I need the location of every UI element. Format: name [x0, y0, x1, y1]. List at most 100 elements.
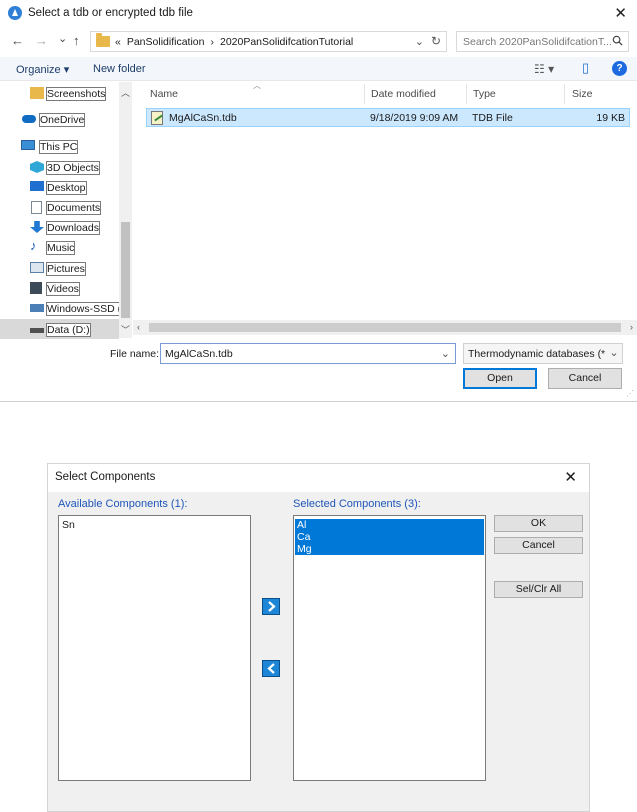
help-icon[interactable]: ?	[612, 61, 627, 76]
search-placeholder: Search 2020PanSolidifcationT...	[463, 36, 612, 48]
list-item[interactable]: Sn	[60, 519, 75, 531]
select-components-dialog: Select Components ✕ Available Components…	[47, 463, 590, 812]
scroll-left-icon[interactable]: ‹	[137, 322, 140, 332]
sidebar-item-documents[interactable]: Documents	[0, 197, 119, 217]
list-item[interactable]: Al	[295, 519, 484, 531]
file-list: ︿ Name Date modified Type Size MgAlCaSn.…	[140, 81, 637, 320]
scroll-thumb[interactable]	[121, 222, 130, 318]
cancel-button[interactable]: Cancel	[548, 368, 622, 389]
sidebar-item-videos[interactable]: Videos	[0, 278, 119, 298]
list-item[interactable]: Mg	[295, 543, 484, 555]
sidebar-item-windows-ssd[interactable]: Windows-SSD (C	[0, 298, 130, 318]
select-clear-all-button[interactable]: Sel/Clr All	[494, 581, 583, 598]
selected-components-list[interactable]: Al Ca Mg	[293, 515, 486, 781]
organize-button[interactable]: Organize ▾	[16, 63, 69, 76]
scroll-down-icon[interactable]: ﹀	[121, 323, 130, 336]
recent-locations-icon[interactable]: ⌄	[58, 32, 67, 45]
available-components-list[interactable]: Sn	[58, 515, 251, 781]
sidebar-item-label: OneDrive	[39, 113, 86, 127]
forward-arrow-icon[interactable]: →	[35, 33, 48, 48]
file-row[interactable]: MgAlCaSn.tdb 9/18/2019 9:09 AM TDB File …	[146, 108, 630, 127]
cancel-button[interactable]: Cancel	[494, 537, 583, 554]
refresh-icon[interactable]: ↻	[431, 34, 441, 48]
view-options-icon[interactable]: ☷ ▾	[534, 62, 554, 76]
sidebar-item-data-d[interactable]: Data (D:)	[0, 319, 119, 339]
file-name-label: File name:	[110, 348, 160, 360]
chevron-down-icon[interactable]: ⌄	[415, 35, 424, 48]
sidebar-item-label: Screenshots	[46, 87, 107, 101]
sidebar-item-screenshots[interactable]: Screenshots	[0, 83, 119, 103]
chevron-down-icon[interactable]: ⌄	[441, 347, 450, 360]
video-icon	[30, 282, 42, 294]
dialog-title: Select a tdb or encrypted tdb file	[28, 7, 193, 19]
column-header-type[interactable]: Type	[473, 88, 496, 100]
up-arrow-icon[interactable]: ↑	[73, 33, 80, 48]
sidebar-item-label: Desktop	[46, 181, 87, 195]
file-list-hscrollbar[interactable]: ‹ ›	[133, 320, 637, 335]
column-divider[interactable]	[466, 84, 467, 104]
breadcrumb: « PanSolidification › 2020PanSolidifcationT…	[115, 36, 359, 48]
drive-c-icon	[30, 304, 44, 312]
sidebar-item-label: Pictures	[46, 262, 86, 276]
sidebar-item-label: Windows-SSD (C	[46, 302, 130, 316]
open-button[interactable]: Open	[463, 368, 537, 389]
file-type-value: Thermodynamic databases (*.tdb)	[468, 348, 623, 360]
sidebar-item-label: Downloads	[46, 221, 100, 235]
preview-pane-icon[interactable]: ▯	[582, 60, 589, 76]
scroll-thumb[interactable]	[149, 323, 621, 332]
sidebar-item-label: Data (D:)	[46, 323, 91, 337]
breadcrumb-panSolidification[interactable]: PanSolidification	[127, 36, 205, 48]
folder-icon	[30, 87, 44, 99]
cloud-icon	[22, 115, 36, 123]
column-header-date[interactable]: Date modified	[371, 88, 436, 100]
sidebar-item-this-pc[interactable]: This PC	[0, 136, 119, 156]
scroll-up-icon[interactable]: ︿	[121, 86, 130, 99]
sidebar-item-label: Videos	[46, 282, 80, 296]
file-open-dialog: Select a tdb or encrypted tdb file ✕ ← →…	[0, 0, 637, 402]
sidebar-item-label: Music	[46, 241, 76, 255]
address-bar[interactable]: « PanSolidification › 2020PanSolidifcationT…	[90, 31, 447, 52]
scroll-right-icon[interactable]: ›	[630, 322, 633, 332]
chevron-down-icon[interactable]: ⌄	[606, 344, 622, 363]
breadcrumb-tutorial[interactable]: 2020PanSolidifcationTutorial	[220, 36, 353, 48]
sidebar-item-music[interactable]: ♪ Music	[0, 237, 119, 257]
ok-button[interactable]: OK	[494, 515, 583, 532]
column-divider[interactable]	[364, 84, 365, 104]
remove-component-button[interactable]	[262, 660, 280, 677]
file-size: 19 KB	[596, 112, 625, 124]
sidebar-item-downloads[interactable]: Downloads	[0, 217, 119, 237]
new-folder-button[interactable]: New folder	[93, 63, 146, 75]
sidebar-item-3d-objects[interactable]: 3D Objects	[0, 157, 119, 177]
desktop-icon	[30, 181, 44, 191]
sidebar-scrollbar[interactable]: ︿ ﹀	[119, 82, 132, 338]
file-date: 9/18/2019 9:09 AM	[370, 112, 459, 124]
close-icon[interactable]: ✕	[564, 468, 577, 486]
resize-grip-icon[interactable]: ⋰	[626, 389, 634, 398]
document-icon	[31, 201, 42, 214]
column-header-name[interactable]: Name	[150, 88, 178, 100]
tdb-file-icon	[151, 111, 163, 125]
chevron-right-icon	[268, 601, 276, 612]
sidebar-item-onedrive[interactable]: OneDrive	[0, 109, 119, 129]
sidebar-item-desktop[interactable]: Desktop	[0, 177, 119, 197]
list-item[interactable]: Ca	[295, 531, 484, 543]
sidebar-item-pictures[interactable]: Pictures	[0, 258, 119, 278]
back-arrow-icon[interactable]: ←	[11, 33, 24, 48]
file-type-select[interactable]: Thermodynamic databases (*.tdb) ⌄	[463, 343, 623, 364]
search-input[interactable]: Search 2020PanSolidifcationT...	[456, 31, 629, 52]
close-icon[interactable]: ✕	[614, 4, 627, 22]
breadcrumb-separator: ›	[210, 36, 214, 48]
column-divider[interactable]	[564, 84, 565, 104]
file-name-input[interactable]: MgAlCaSn.tdb ⌄	[160, 343, 456, 364]
navigation-bar: ← → ⌄ ↑ « PanSolidification › 2020PanSolidi…	[0, 30, 637, 54]
chevron-left-icon	[267, 663, 275, 674]
column-header-size[interactable]: Size	[572, 88, 592, 100]
picture-icon	[30, 262, 44, 273]
dialog-title: Select Components	[55, 471, 156, 483]
breadcrumb-overflow[interactable]: «	[115, 36, 121, 48]
sidebar-item-label: Documents	[46, 201, 102, 215]
download-icon	[30, 221, 44, 233]
title-bar: Select a tdb or encrypted tdb file ✕	[0, 0, 637, 28]
sidebar-item-label: This PC	[39, 140, 79, 154]
add-component-button[interactable]	[262, 598, 280, 615]
